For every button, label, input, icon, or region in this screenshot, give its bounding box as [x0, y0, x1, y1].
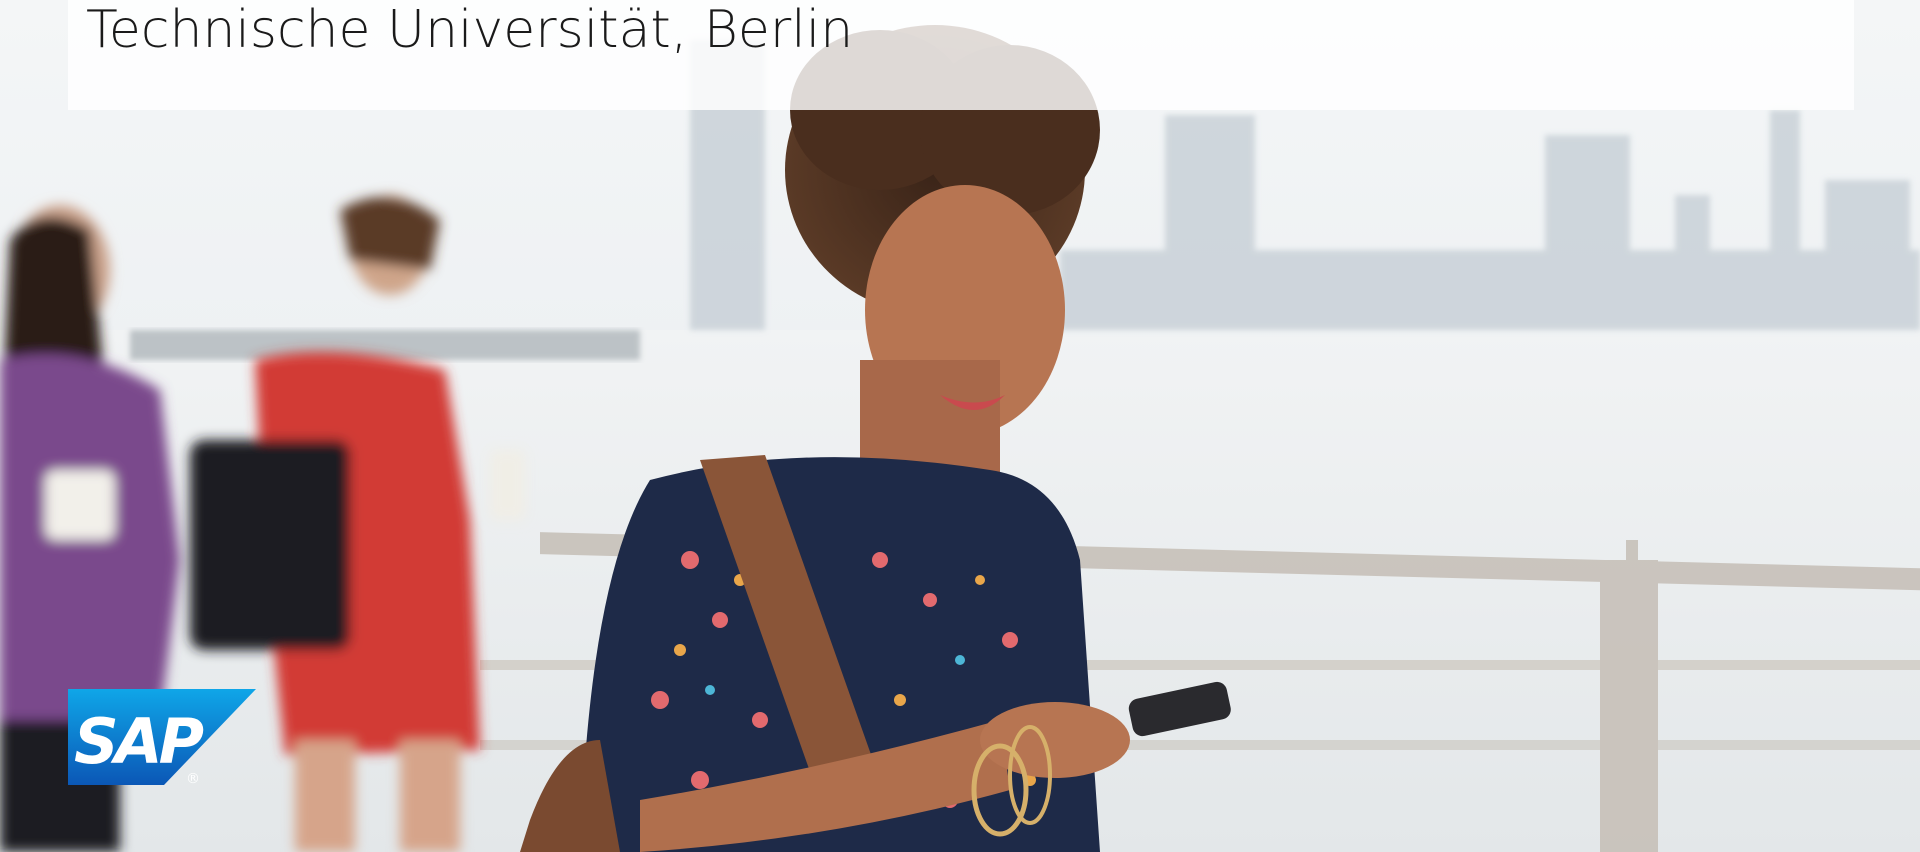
sap-logo-mark: SAP ® [68, 689, 256, 787]
sap-logo[interactable]: SAP ® [68, 689, 256, 787]
hero-photo [0, 0, 1920, 852]
header-banner: Technische Universität, Berlin [68, 0, 1854, 110]
login-background: Technische Universität, Berlin SAP ® [0, 0, 1920, 852]
registered-mark: ® [186, 771, 200, 785]
sap-logo-text: SAP [74, 705, 204, 778]
page-title: Technische Universität, Berlin [86, 0, 854, 60]
